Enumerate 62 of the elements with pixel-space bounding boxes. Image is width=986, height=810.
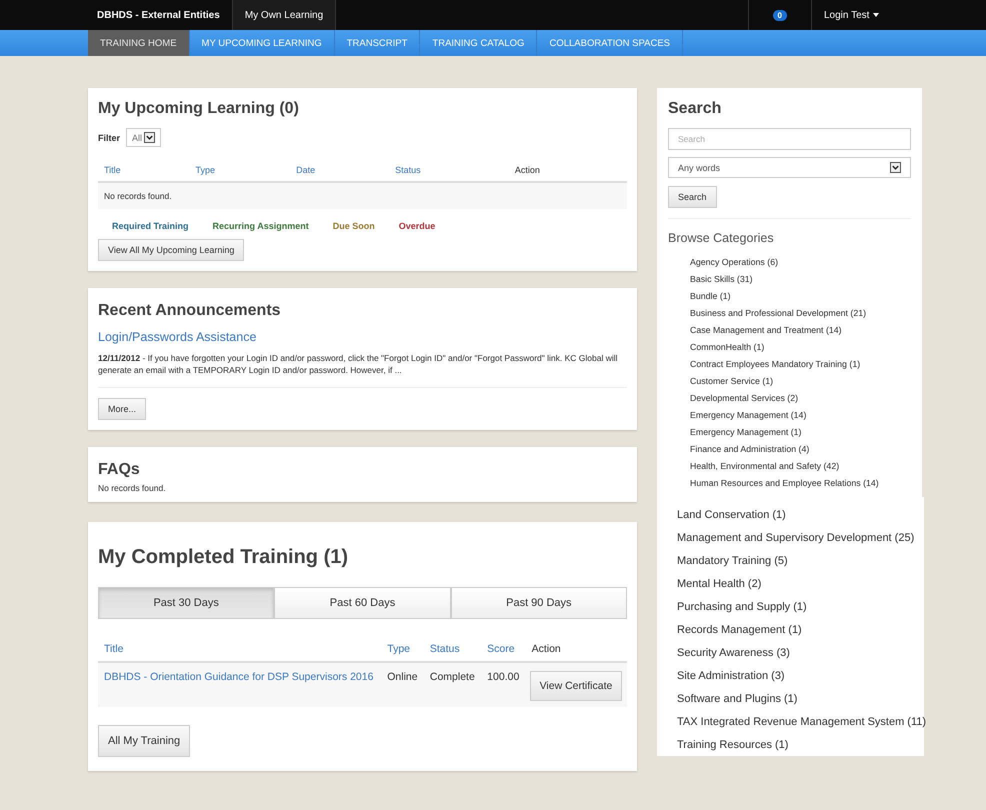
category-link[interactable]: Finance and Administration (4) — [668, 440, 911, 457]
category-link[interactable]: Business and Professional Development (21) — [668, 304, 911, 321]
category-link[interactable]: Mental Health (2) — [667, 572, 762, 595]
table-cell: 100.00 — [481, 662, 526, 707]
training-title-link[interactable]: DBHDS - Orientation Guidance for DSP Supervisors 2016 — [98, 662, 382, 707]
category-link[interactable]: Bundle (1) — [668, 287, 911, 304]
category-link[interactable]: Mandatory Training (5) — [667, 549, 788, 572]
empty-message: No records found. — [98, 482, 167, 493]
notification-badge[interactable]: 0 — [772, 10, 787, 20]
section-title: My Upcoming Learning (0) — [98, 100, 300, 118]
category-link[interactable]: TAX Integrated Revenue Management System (11) — [667, 710, 926, 733]
browse-categories-title: Browse Categories — [668, 231, 775, 245]
category-link[interactable]: Training Resources (1) — [667, 733, 788, 756]
period-tab[interactable]: Past 30 Days — [98, 586, 274, 619]
dropdown-caret-icon — [144, 132, 156, 143]
category-link[interactable]: Case Management and Treatment (14) — [668, 321, 911, 338]
search-button[interactable]: Search — [668, 186, 717, 208]
all-my-training-button[interactable]: All My Training — [98, 724, 190, 757]
category-link[interactable]: Agency Operations (6) — [668, 253, 911, 270]
category-link[interactable]: Basic Skills (31) — [668, 270, 911, 287]
empty-message: No records found. — [98, 182, 627, 209]
category-link[interactable]: Security Awareness (3) — [667, 641, 790, 664]
category-link[interactable]: Records Management (1) — [667, 618, 802, 641]
category-link[interactable]: CommonHealth (1) — [668, 338, 911, 355]
category-link[interactable]: Health, Environmental and Safety (42) — [668, 457, 911, 474]
dropdown-caret-icon — [890, 162, 901, 173]
category-link[interactable]: Developmental Services (2) — [668, 389, 911, 406]
legend-label: Due Soon — [332, 221, 375, 231]
category-link[interactable]: Customer Service (1) — [668, 372, 911, 389]
view-certificate-button[interactable]: View Certificate — [530, 670, 622, 701]
period-tab[interactable]: Past 60 Days — [274, 586, 451, 619]
legend-label: Recurring Assignment — [212, 221, 309, 231]
section-title: Recent Announcements — [98, 302, 282, 320]
category-link[interactable]: Land Conservation (1) — [667, 503, 786, 526]
table-cell: Online — [381, 662, 424, 707]
table-cell: Complete — [424, 662, 482, 707]
category-link[interactable]: Purchasing and Supply (1) — [667, 595, 807, 618]
category-link[interactable]: Human Resources and Employee Relations (14) — [668, 474, 911, 491]
category-link[interactable]: Management and Supervisory Development (25) — [667, 526, 914, 549]
category-link[interactable]: Software and Plugins (1) — [667, 687, 798, 710]
view-all-upcoming-button[interactable]: View All My Upcoming Learning — [98, 239, 244, 261]
more-button[interactable]: More... — [98, 398, 146, 420]
category-link[interactable]: Contract Employees Mandatory Training (1) — [668, 355, 911, 372]
period-tab[interactable]: Past 90 Days — [450, 586, 627, 619]
section-title: My Completed Training (1) — [98, 546, 350, 569]
caret-icon — [873, 13, 880, 17]
section-title: Search — [668, 100, 722, 118]
legend-label: Required Training — [112, 221, 189, 231]
nav-tab[interactable]: TRAINING HOME — [88, 30, 190, 56]
search-field[interactable]: Search — [668, 128, 911, 150]
filter-select[interactable]: All — [126, 128, 162, 147]
user-menu[interactable]: Login Test — [812, 0, 926, 30]
search-mode-select[interactable]: Any words — [668, 157, 911, 178]
top-nav-link[interactable]: My Own Learning — [232, 0, 336, 30]
section-title: FAQs — [98, 460, 141, 479]
category-link[interactable]: Site Administration (3) — [667, 664, 785, 687]
announcement-link[interactable]: Login/Passwords Assistance — [98, 330, 627, 344]
legend-label: Overdue — [398, 221, 436, 231]
category-link[interactable]: Emergency Management (14) — [668, 406, 911, 423]
filter-label: Filter — [98, 132, 120, 142]
announcement-text: 12/11/2012 - If you have forgotten your Login ID and/or password, click the "Forgot Login ID" and/or "Forgot Password" link. KC Global will generate an email with a TEMPORARY Login ID and/or password. However, if ... — [98, 352, 627, 388]
category-link[interactable]: Emergency Management (1) — [668, 423, 911, 440]
